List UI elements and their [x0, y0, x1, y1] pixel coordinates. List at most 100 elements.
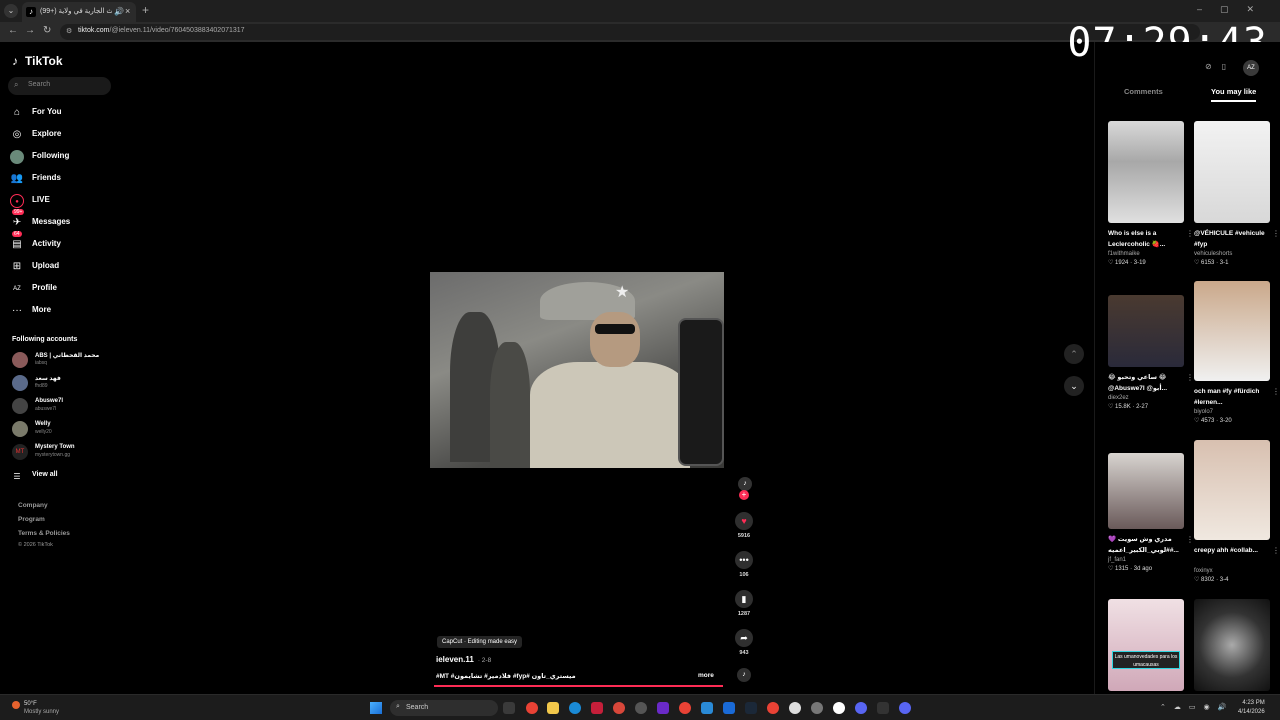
follow-plus-icon[interactable]: + — [739, 490, 749, 500]
tab-audio-icon[interactable]: 🔊 — [114, 7, 124, 16]
footer-program-link[interactable]: Program — [18, 516, 45, 523]
following-account[interactable]: ABS | محمد القحطاني iabsq — [10, 350, 120, 370]
following-account[interactable]: MT Mystery Town mysterytown.gg — [10, 442, 120, 462]
app-icon[interactable] — [635, 702, 647, 714]
avatar — [12, 421, 28, 437]
app-icon[interactable] — [855, 702, 867, 714]
profile-icon: AZ — [13, 286, 21, 292]
video-card[interactable]: Las umanovedades para los umacausas — [1108, 599, 1184, 691]
kebab-icon[interactable]: ⋮ — [1272, 387, 1280, 396]
taskbar-search-input[interactable]: ⌕ Search — [390, 700, 498, 716]
window-controls[interactable]: –▢✕ — [1197, 4, 1272, 15]
card-stats: ♡ 4573 · 3-20 — [1194, 418, 1232, 424]
edge-icon[interactable] — [569, 702, 581, 714]
following-avatar-icon — [10, 150, 24, 164]
video-player[interactable]: ★ — [430, 272, 724, 468]
browser-tab[interactable]: ♪ (99+) الأحداث الجارية في ولاية 🔊 × — [22, 2, 136, 22]
share-button[interactable]: ➦ 943 — [734, 629, 754, 656]
video-card[interactable]: ⋮ creepy ahh #collab... foxinyx ♡ 8302 ·… — [1194, 440, 1280, 583]
view-all-link[interactable]: ☰ View all — [10, 468, 120, 486]
sidebar-item-for-you[interactable]: ⌂ For You — [10, 104, 120, 122]
kebab-icon[interactable]: ⋮ — [1272, 546, 1280, 555]
tab-close-icon[interactable]: × — [125, 6, 130, 16]
taskbar-clock[interactable]: 4:23 PM 4/14/2026 — [1238, 699, 1265, 717]
more-icon: ··· — [12, 305, 22, 316]
sidebar-item-messages[interactable]: ✈ 99+ Messages — [10, 209, 120, 232]
video-figure: ★ — [615, 284, 630, 301]
task-view-icon[interactable] — [503, 702, 515, 714]
search-input[interactable]: ⌕ Search — [8, 77, 111, 95]
next-video-button[interactable]: ⌄ — [1064, 376, 1084, 396]
windows-start-icon[interactable] — [370, 702, 382, 714]
sidebar-item-explore[interactable]: ◎ Explore — [10, 126, 120, 144]
sidebar-item-more[interactable]: ··· More — [10, 302, 120, 320]
kebab-icon[interactable]: ⋮ — [1186, 373, 1194, 382]
sidebar-item-profile[interactable]: AZ Profile — [10, 280, 120, 298]
tiktok-logo[interactable]: ♪ TikTok — [12, 54, 63, 68]
previous-video-button[interactable]: ⌃ — [1064, 344, 1084, 364]
sidebar-item-friends[interactable]: 👥 Friends — [10, 170, 120, 188]
app-icon[interactable] — [723, 702, 735, 714]
sidebar-item-activity[interactable]: ▤ 64 Activity — [10, 231, 120, 254]
more-button[interactable]: more — [698, 672, 714, 679]
header-icons[interactable]: ⊘▯ — [1205, 62, 1236, 71]
sidebar-item-live[interactable]: ● LIVE — [10, 192, 120, 210]
following-account[interactable]: Welly welly20 — [10, 419, 120, 439]
profile-avatar[interactable]: AZ — [1243, 60, 1259, 76]
author-name[interactable]: ieleven.11 · 2-8 — [436, 655, 491, 664]
video-card[interactable]: ⋮ 💜 مدري وش سويت #لوبي_الكبير_اعميه#... … — [1108, 453, 1194, 572]
video-card[interactable]: ⋮ @VÉHICULE #vehicule #fyp vehiculeshort… — [1194, 121, 1280, 266]
discord-icon[interactable] — [899, 702, 911, 714]
app-icon[interactable] — [789, 702, 801, 714]
kebab-icon[interactable]: ⋮ — [1272, 229, 1280, 238]
tab-comments[interactable]: Comments — [1124, 87, 1163, 96]
video-thumbnail — [1108, 121, 1184, 223]
tab-search-icon[interactable]: ⌄ — [4, 4, 18, 18]
new-tab-button[interactable]: + — [142, 3, 149, 17]
back-icon[interactable]: ← — [8, 25, 18, 36]
like-button[interactable]: ♥ 5916 — [734, 512, 754, 539]
comment-button[interactable]: ••• 106 — [734, 551, 754, 578]
save-button[interactable]: ▮ 1287 — [734, 590, 754, 617]
following-accounts-title: Following accounts — [12, 336, 78, 343]
messages-icon: ✈ — [12, 217, 22, 228]
hashtags[interactable]: #MT #فلادمير# تشايمون #fyp# ميستري_تاون — [436, 672, 576, 680]
creator-avatar[interactable]: ♪ — [738, 477, 752, 491]
video-card[interactable]: ⋮ och man #fy #fürdich #lernen... biyolo… — [1194, 281, 1280, 424]
video-card[interactable] — [1194, 599, 1270, 691]
video-card[interactable]: ⋮ Who is else is a Leclercoholic 🍓... f1… — [1108, 121, 1194, 266]
app-icon[interactable] — [701, 702, 713, 714]
sidebar-item-upload[interactable]: ⊞ Upload — [10, 258, 120, 276]
messages-badge: 99+ — [12, 209, 25, 215]
kebab-icon[interactable]: ⋮ — [1186, 229, 1194, 238]
chrome-icon[interactable] — [767, 702, 779, 714]
footer-company-link[interactable]: Company — [18, 502, 48, 509]
video-card[interactable]: ⋮ 😂 ساعي وتحبو 😂 @Abuswe7l @أبو... diex2… — [1108, 295, 1194, 410]
terminal-icon[interactable] — [877, 702, 889, 714]
video-figure — [678, 318, 724, 466]
steam-icon[interactable] — [745, 702, 757, 714]
following-account[interactable]: فهد سعد fhd89 — [10, 373, 120, 393]
forward-icon[interactable]: → — [25, 25, 35, 36]
app-icon[interactable] — [833, 702, 845, 714]
sound-disc[interactable]: ♪ — [734, 668, 754, 682]
reload-icon[interactable]: ↻ — [43, 25, 51, 36]
right-panel: ⊘▯ AZ Comments You may like ⋮ Who is els… — [1094, 42, 1280, 694]
video-progress-bar[interactable] — [434, 685, 723, 687]
system-tray[interactable]: ⌃☁▭◉🔊 — [1160, 703, 1234, 711]
app-icon[interactable] — [657, 702, 669, 714]
settings-icon[interactable] — [811, 702, 823, 714]
following-account[interactable]: Abuswe7l abuswe7l — [10, 396, 120, 416]
url-field[interactable]: ⚙ tiktok.com/@ieleven.11/video/760450388… — [60, 24, 1200, 40]
chrome-icon[interactable] — [679, 702, 691, 714]
footer-terms-link[interactable]: Terms & Policies — [18, 530, 70, 537]
chrome-icon[interactable] — [526, 702, 538, 714]
app-icon[interactable] — [591, 702, 603, 714]
tab-you-may-like[interactable]: You may like — [1211, 87, 1257, 102]
sidebar-item-following[interactable]: Following — [10, 148, 120, 166]
site-info-icon[interactable]: ⚙ — [66, 27, 72, 35]
file-explorer-icon[interactable] — [547, 702, 559, 714]
capcut-tag[interactable]: CapCut · Editing made easy — [437, 636, 523, 648]
kebab-icon[interactable]: ⋮ — [1186, 535, 1194, 544]
app-icon[interactable] — [613, 702, 625, 714]
